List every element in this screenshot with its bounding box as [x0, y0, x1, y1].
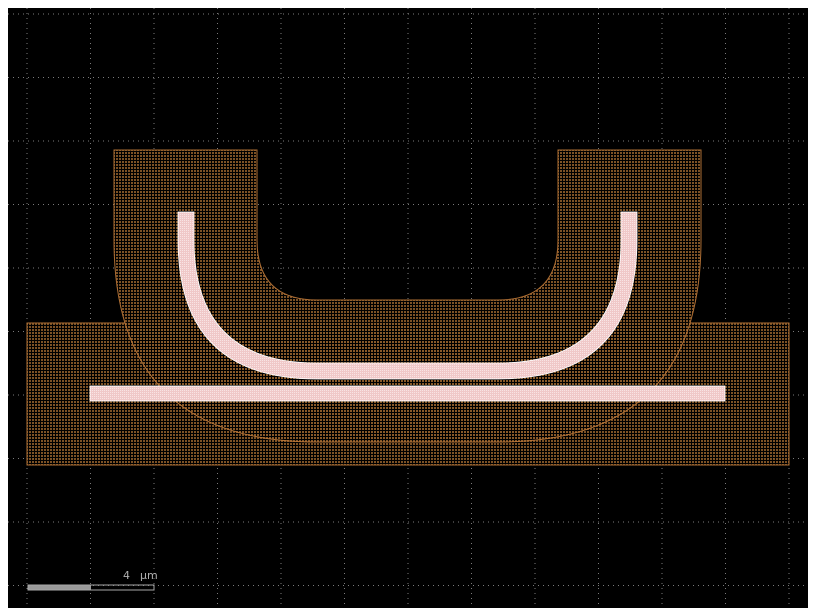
- scale-bar-value: 4: [123, 569, 130, 582]
- scale-bar-filled: [28, 585, 91, 590]
- layout-viewport[interactable]: 4 µm: [8, 8, 808, 608]
- bus-core-rect: [89, 385, 726, 402]
- scale-bar-unit: µm: [140, 569, 158, 582]
- scale-bar: 4 µm: [27, 569, 158, 591]
- layout-canvas[interactable]: 4 µm: [8, 8, 808, 608]
